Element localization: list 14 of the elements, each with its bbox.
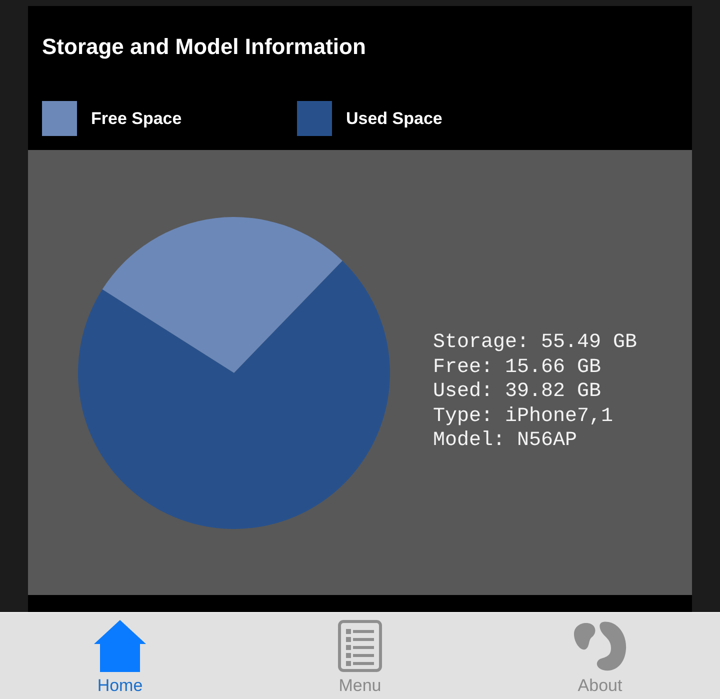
home-icon bbox=[94, 620, 146, 672]
abstract-logo-icon bbox=[573, 620, 627, 672]
tab[interactable]: Home bbox=[0, 613, 240, 699]
info-line: Storage: 55.49 GB bbox=[433, 331, 638, 356]
legend-label: Used Space bbox=[346, 108, 442, 128]
info-line: Type: iPhone7,1 bbox=[433, 404, 614, 430]
info-line: Used: 39.82 GB bbox=[433, 380, 602, 405]
tab[interactable]: About bbox=[480, 613, 720, 699]
list-icon bbox=[338, 620, 382, 672]
tab[interactable]: Menu bbox=[240, 613, 480, 699]
screen-title: Storage and Model Information bbox=[41, 33, 367, 60]
info-line: Free: 15.66 GB bbox=[433, 356, 602, 380]
legend-label: Free Space bbox=[91, 108, 182, 128]
info-line: Model: N56AP bbox=[433, 429, 578, 454]
